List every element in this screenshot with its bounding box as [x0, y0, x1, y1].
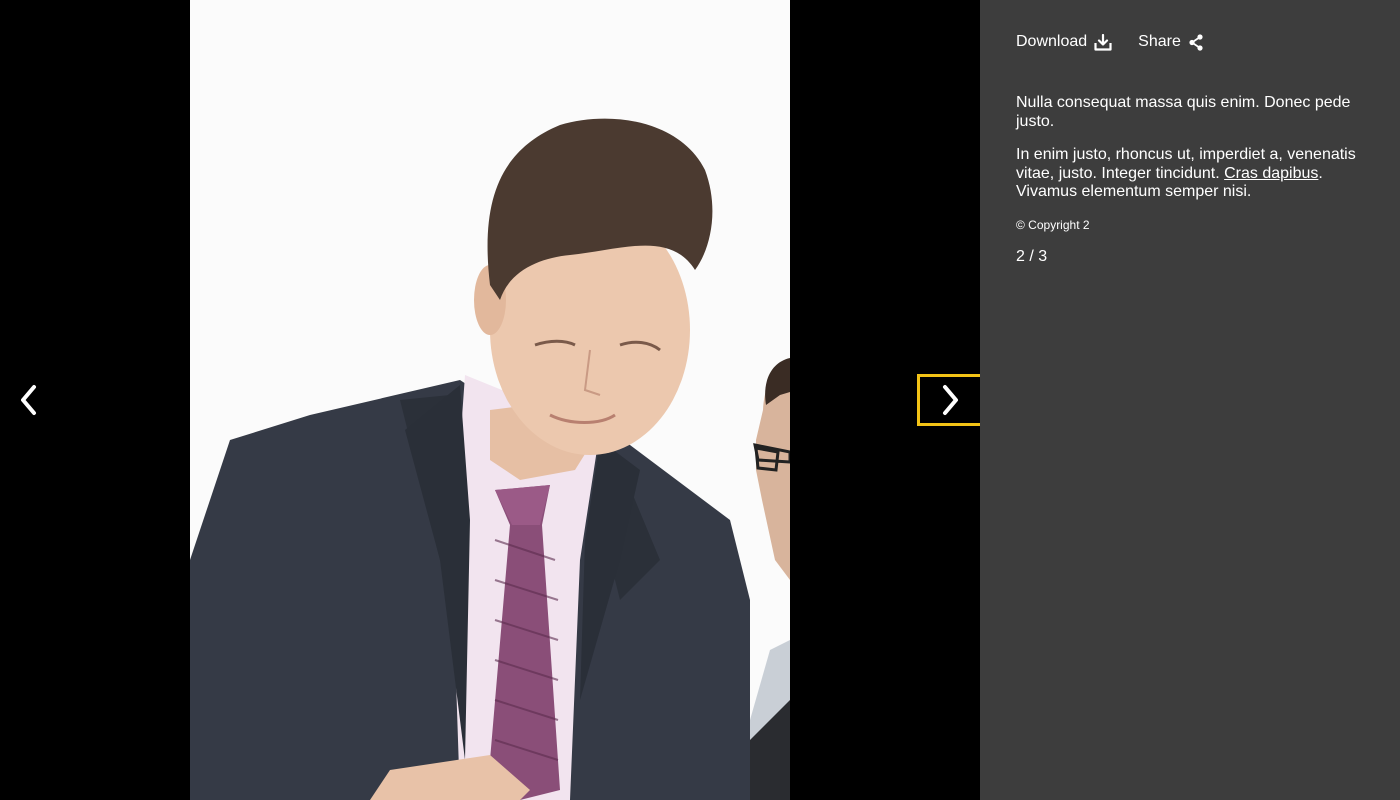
- download-icon: [1094, 33, 1112, 51]
- image-description: Nulla consequat massa quis enim. Donec p…: [1016, 94, 1366, 217]
- toolbar: Download Share: [1016, 33, 1230, 51]
- cras-dapibus-link[interactable]: Cras dapibus: [1224, 165, 1318, 182]
- download-label: Download: [1016, 33, 1088, 50]
- gallery-photo: [190, 0, 790, 800]
- share-icon: [1188, 33, 1204, 51]
- share-label: Share: [1138, 33, 1181, 50]
- description-paragraph-1: Nulla consequat massa quis enim. Donec p…: [1016, 94, 1351, 130]
- chevron-left-icon: [19, 384, 39, 416]
- previous-button[interactable]: [0, 374, 58, 426]
- description-paragraph-2: In enim justo, rhoncus ut, imperdiet a, …: [1016, 146, 1366, 202]
- caption-panel: Download Share Nulla consequat massa qui…: [980, 0, 1400, 800]
- image-counter: 2 / 3: [1016, 248, 1048, 265]
- businessman-photo-illustration: [190, 0, 790, 800]
- share-button[interactable]: Share: [1138, 33, 1204, 51]
- lightbox-stage: [0, 0, 980, 800]
- chevron-right-icon: [940, 384, 960, 416]
- next-button[interactable]: [917, 374, 980, 426]
- copyright-text: © Copyright 2: [1016, 218, 1090, 232]
- download-button[interactable]: Download: [1016, 33, 1112, 51]
